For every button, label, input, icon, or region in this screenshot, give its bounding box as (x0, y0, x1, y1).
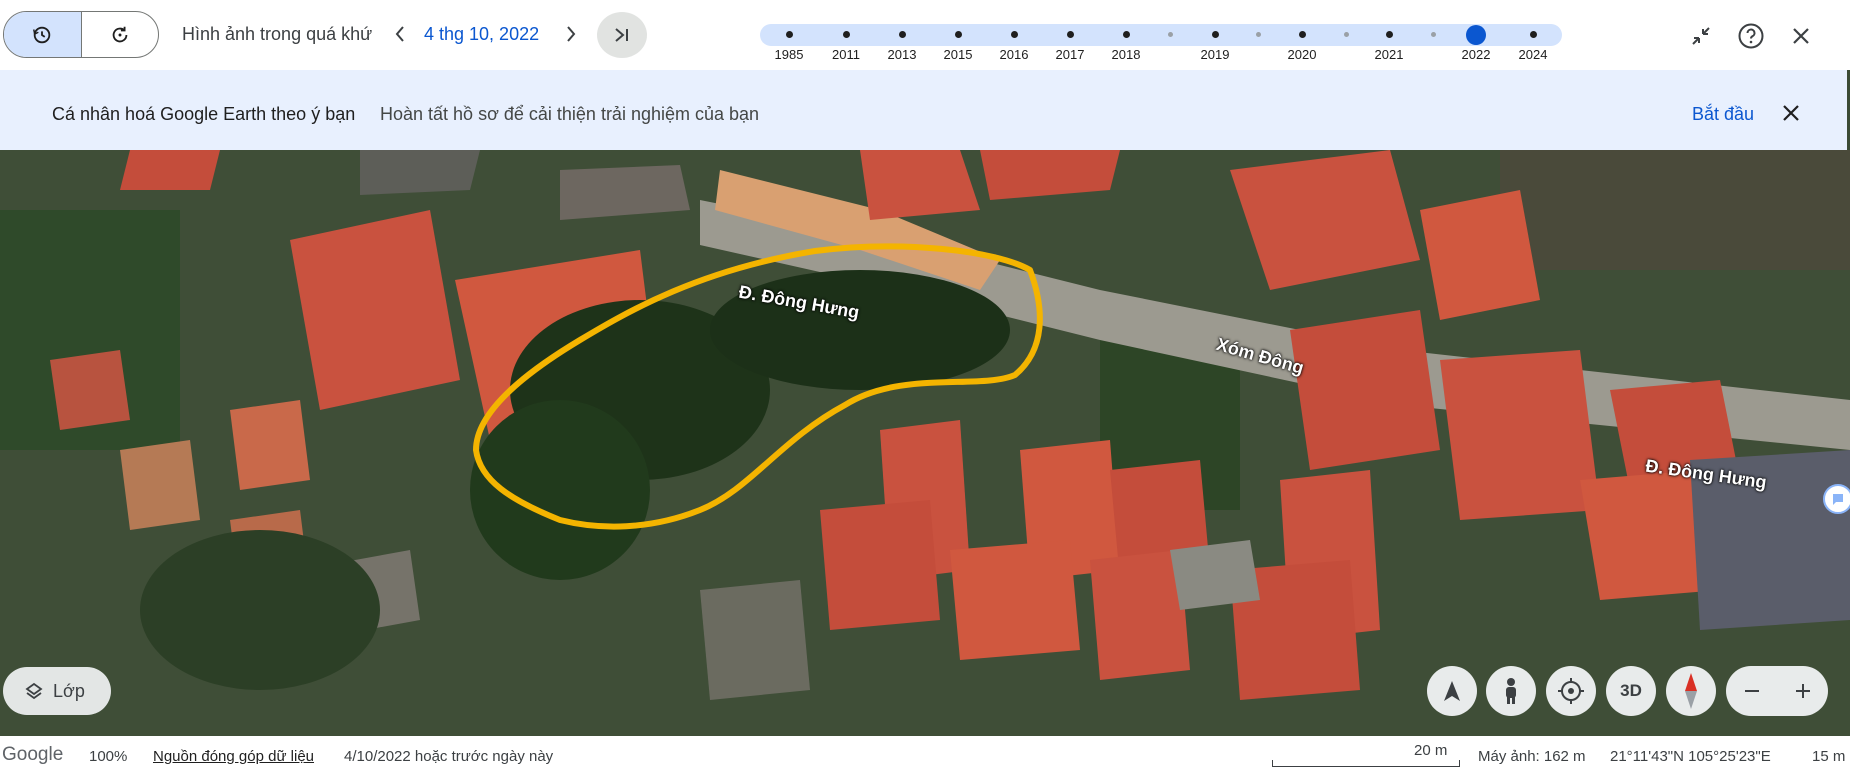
historical-imagery-button[interactable] (4, 12, 82, 57)
timeline-selected-marker[interactable] (1466, 25, 1486, 45)
status-bar: Google 100% Nguồn đóng góp dữ liệu 4/10/… (0, 736, 1850, 773)
skip-to-latest-icon (615, 28, 628, 42)
satellite-map-view[interactable]: Đ. Đông Hưng Xóm Đông Đ. Đông Hưng (0, 150, 1850, 736)
my-location-button[interactable] (1546, 666, 1596, 716)
close-historical-imagery-button[interactable] (1784, 19, 1818, 53)
timeline-year-label: 2018 (1111, 47, 1141, 62)
timeline-year-label: 2020 (1287, 47, 1317, 62)
close-icon (1793, 28, 1809, 44)
imagery-timeline[interactable] (760, 24, 1562, 46)
zoom-percent: 100% (89, 748, 128, 765)
timeline-year-label: 2013 (887, 47, 917, 62)
latest-imagery-button[interactable] (597, 12, 647, 58)
layers-button[interactable]: Lớp (3, 667, 111, 715)
imagery-date[interactable]: 4 thg 10, 2022 (424, 24, 539, 45)
timeline-year-label: 2017 (1055, 47, 1085, 62)
scale-bar (1272, 760, 1460, 767)
previous-date-button[interactable] (388, 21, 412, 47)
camera-altitude: Máy ảnh: 162 m (1478, 748, 1586, 765)
imagery-date-note: 4/10/2022 hoặc trước ngày này (344, 748, 554, 765)
collapse-button[interactable] (1684, 19, 1718, 53)
toggle-3d-button[interactable]: 3D (1606, 666, 1656, 716)
timeline-tick-2017[interactable] (1066, 31, 1074, 38)
timeline-year-label: 2021 (1374, 47, 1404, 62)
timeline-tick-2018[interactable] (1122, 31, 1130, 38)
historical-imagery-toolbar: Hình ảnh trong quá khứ 4 thg 10, 2022 19… (0, 0, 1850, 70)
navigation-arrow-icon (1444, 681, 1460, 701)
zoom-out-button[interactable] (1726, 666, 1777, 716)
banner-start-link[interactable]: Bắt đầu (1692, 104, 1754, 125)
timeline-tick-2013[interactable] (898, 31, 906, 38)
timeline-tick-2015[interactable] (954, 31, 962, 38)
banner-title: Cá nhân hoá Google Earth theo ý bạn (52, 104, 356, 124)
compass-button[interactable] (1666, 666, 1716, 716)
timeline-year-label: 2016 (999, 47, 1029, 62)
imagery-mode-toggle (3, 11, 159, 58)
timeline-year-label: 2022 (1461, 47, 1491, 62)
banner-subtitle: Hoàn tất hồ sơ để cải thiện trải nghiệm … (380, 104, 760, 124)
pegman-icon (1506, 678, 1516, 704)
minus-icon (1744, 690, 1759, 692)
scale-label: 20 m (1414, 742, 1448, 759)
timeline-tick-2021[interactable] (1385, 31, 1393, 38)
data-attribution-link[interactable]: Nguồn đóng góp dữ liệu (153, 748, 314, 765)
close-icon (1783, 105, 1799, 121)
timeline-tick-minor[interactable] (1255, 32, 1261, 37)
zoom-controls (1726, 666, 1828, 716)
help-icon (1738, 23, 1764, 49)
timeline-year-label: 2024 (1518, 47, 1548, 62)
banner-dismiss-button[interactable] (1778, 100, 1804, 126)
chevron-left-icon (395, 26, 404, 42)
feedback-bubble-button[interactable] (1823, 484, 1850, 514)
timeline-tick-2011[interactable] (842, 31, 850, 38)
compass-icon (1685, 673, 1697, 709)
google-logo: Google (2, 744, 64, 765)
current-imagery-button[interactable] (82, 12, 159, 57)
street-view-pegman-button[interactable] (1486, 666, 1536, 716)
timeline-tick-minor[interactable] (1430, 32, 1436, 37)
my-location-icon (1558, 678, 1584, 704)
layers-label: Lớp (53, 680, 85, 701)
timeline-year-label: 1985 (774, 47, 804, 62)
timeline-tick-2016[interactable] (1010, 31, 1018, 38)
layers-icon (25, 682, 43, 700)
history-icon (33, 26, 51, 43)
chat-icon (1833, 494, 1843, 505)
elevation: 15 m (1812, 748, 1846, 765)
timeline-year-label: 2015 (943, 47, 973, 62)
zoom-in-button[interactable] (1777, 666, 1828, 716)
timeline-tick-minor[interactable] (1167, 32, 1173, 37)
timeline-tick-1985[interactable] (785, 31, 793, 38)
collapse-icon (1692, 27, 1710, 45)
plus-icon (1795, 684, 1810, 698)
coordinates: 21°11'43"N 105°25'23"E (1610, 748, 1771, 765)
satellite-imagery (0, 150, 1850, 736)
timeline-year-label: 2019 (1200, 47, 1230, 62)
timeline-year-label: 2011 (832, 47, 860, 62)
timeline-tick-2019[interactable] (1211, 31, 1219, 38)
navigate-button[interactable] (1427, 666, 1477, 716)
timeline-tick-minor[interactable] (1343, 32, 1349, 37)
timeline-tick-2024[interactable] (1529, 31, 1537, 38)
timeline-tick-2020[interactable] (1298, 31, 1306, 38)
refresh-icon (112, 26, 128, 42)
help-button[interactable] (1734, 19, 1768, 53)
next-date-button[interactable] (559, 21, 583, 47)
historical-imagery-title: Hình ảnh trong quá khứ (182, 24, 373, 44)
chevron-right-icon (567, 26, 576, 42)
